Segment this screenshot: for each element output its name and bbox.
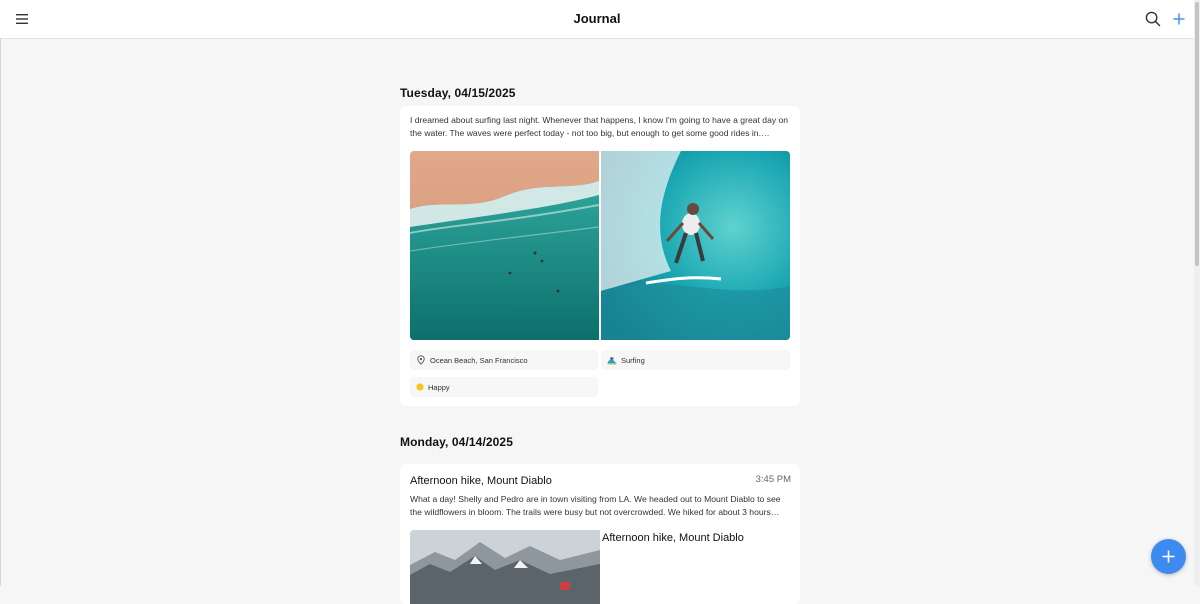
entry-text: What a day! Shelly and Pedro are in town… [410, 494, 781, 517]
mood-chip[interactable]: Happy [410, 377, 598, 397]
day-heading: Tuesday, 04/15/2025 [400, 86, 516, 100]
surfer-barrel-photo[interactable] [601, 151, 790, 340]
activity-chip[interactable]: Surfing [601, 350, 790, 370]
surfing-icon [607, 355, 617, 365]
entry-title: Afternoon hike, Mount Diablo [410, 475, 552, 487]
page-title: Journal [573, 11, 621, 26]
journal-entry-card[interactable]: I dreamed about surfing last night. When… [400, 106, 800, 406]
app-header: Journal [0, 0, 1194, 39]
location-chip[interactable]: Ocean Beach, San Francisco [410, 350, 598, 370]
photo-caption: Afternoon hike, Mount Diablo [602, 532, 744, 544]
search-icon[interactable] [1144, 10, 1162, 28]
mountain-hike-photo[interactable] [410, 530, 600, 604]
new-entry-fab[interactable] [1151, 539, 1186, 574]
plus-icon [1162, 550, 1175, 563]
entry-time: 3:45 PM [755, 474, 791, 485]
day-heading: Monday, 04/14/2025 [400, 435, 513, 449]
window-left-border [0, 38, 1, 586]
aerial-beach-photo[interactable] [410, 151, 599, 340]
entry-text: I dreamed about surfing last night. When… [410, 115, 789, 138]
scrollbar-thumb[interactable] [1195, 2, 1199, 266]
mood-label: Happy [428, 383, 450, 392]
add-entry-icon[interactable] [1170, 10, 1188, 28]
activity-label: Surfing [621, 356, 645, 365]
mood-dot-icon [416, 382, 426, 392]
location-label: Ocean Beach, San Francisco [430, 356, 528, 365]
location-pin-icon [416, 355, 426, 365]
journal-entry-card[interactable]: Afternoon hike, Mount Diablo 3:45 PM Wha… [400, 464, 800, 604]
